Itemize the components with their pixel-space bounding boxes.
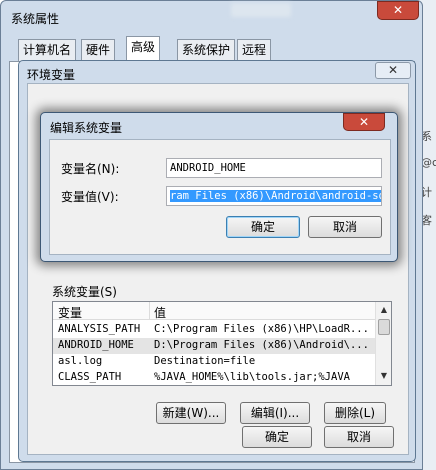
variable-name-field[interactable]: ANDROID_HOME <box>166 158 382 178</box>
variable-name-cell: ANDROID_HOME <box>58 339 134 351</box>
column-header-value[interactable]: 值 <box>154 304 166 321</box>
delete-variable-button[interactable]: 删除(L) <box>324 402 386 424</box>
cancel-button[interactable]: 取消 <box>324 426 394 448</box>
scroll-down-arrow-icon[interactable]: ▼ <box>376 368 391 384</box>
system-properties-close-button[interactable]: ✕ <box>377 1 419 20</box>
variable-value-cell: D:\Program Files (x86)\Android\... <box>154 339 369 351</box>
table-row[interactable]: CLASS_PATH %JAVA_HOME%\lib\tools.jar;%JA… <box>53 370 375 385</box>
tab-remote[interactable]: 远程 <box>237 39 272 61</box>
variable-name-cell: ANALYSIS_PATH <box>58 323 141 335</box>
background-glyph: @c <box>421 156 436 169</box>
variable-value-cell: %JAVA_HOME%\lib\tools.jar;%JAVA <box>154 371 350 383</box>
system-properties-title: 系统属性 <box>11 12 60 26</box>
tab-advanced[interactable]: 高级 <box>126 36 161 62</box>
edit-dialog-close-button[interactable]: ✕ <box>343 113 385 131</box>
environment-variables-close-button[interactable]: ✕ <box>375 62 411 79</box>
table-row[interactable]: asl.log Destination=file <box>53 354 375 370</box>
variable-value-field[interactable]: ram Files (x86)\Android\android-sdk <box>166 186 382 206</box>
table-scrollbar[interactable]: ▲ ▼ <box>375 302 391 385</box>
edit-variable-button[interactable]: 编辑(I)... <box>240 402 310 424</box>
ok-button[interactable]: 确定 <box>242 426 312 448</box>
system-variables-table[interactable]: 变量 值 ANALYSIS_PATH C:\Program Files (x86… <box>52 301 392 386</box>
variable-value-cell: Destination=file <box>154 355 256 367</box>
tab-system-protection[interactable]: 系统保护 <box>177 39 236 61</box>
edit-dialog-body: 变量名(N): ANDROID_HOME 变量值(V): ram Files (… <box>49 139 391 255</box>
column-divider[interactable] <box>149 302 150 320</box>
variable-name-cell: asl.log <box>58 355 103 367</box>
edit-dialog-title: 编辑系统变量 <box>50 121 123 135</box>
new-variable-button[interactable]: 新建(W)... <box>156 402 226 424</box>
column-header-variable[interactable]: 变量 <box>58 304 82 321</box>
selected-value-text: ram Files (x86)\Android\android-sdk <box>170 190 381 202</box>
scroll-thumb[interactable] <box>378 319 390 335</box>
tab-computer-name[interactable]: 计算机名 <box>18 39 77 61</box>
variable-name-label: 变量名(N): <box>61 162 120 176</box>
table-header: 变量 值 <box>53 302 375 320</box>
edit-cancel-button[interactable]: 取消 <box>308 216 382 238</box>
table-row[interactable]: ANALYSIS_PATH C:\Program Files (x86)\HP\… <box>53 322 375 338</box>
variable-value-cell: C:\Program Files (x86)\HP\LoadR... <box>154 323 369 335</box>
scroll-up-arrow-icon[interactable]: ▲ <box>376 302 391 318</box>
blurred-region <box>231 3 291 17</box>
edit-system-variable-dialog: 编辑系统变量 ✕ 变量名(N): ANDROID_HOME 变量值(V): ra… <box>40 112 398 262</box>
system-variables-label: 系统变量(S) <box>52 285 117 299</box>
edit-ok-button[interactable]: 确定 <box>226 216 300 238</box>
environment-variables-title: 环境变量 <box>27 68 76 82</box>
table-row[interactable]: ANDROID_HOME D:\Program Files (x86)\Andr… <box>53 338 375 354</box>
variable-name-cell: CLASS_PATH <box>58 371 122 383</box>
tab-hardware[interactable]: 硬件 <box>81 39 116 61</box>
variable-value-label: 变量值(V): <box>61 190 119 204</box>
